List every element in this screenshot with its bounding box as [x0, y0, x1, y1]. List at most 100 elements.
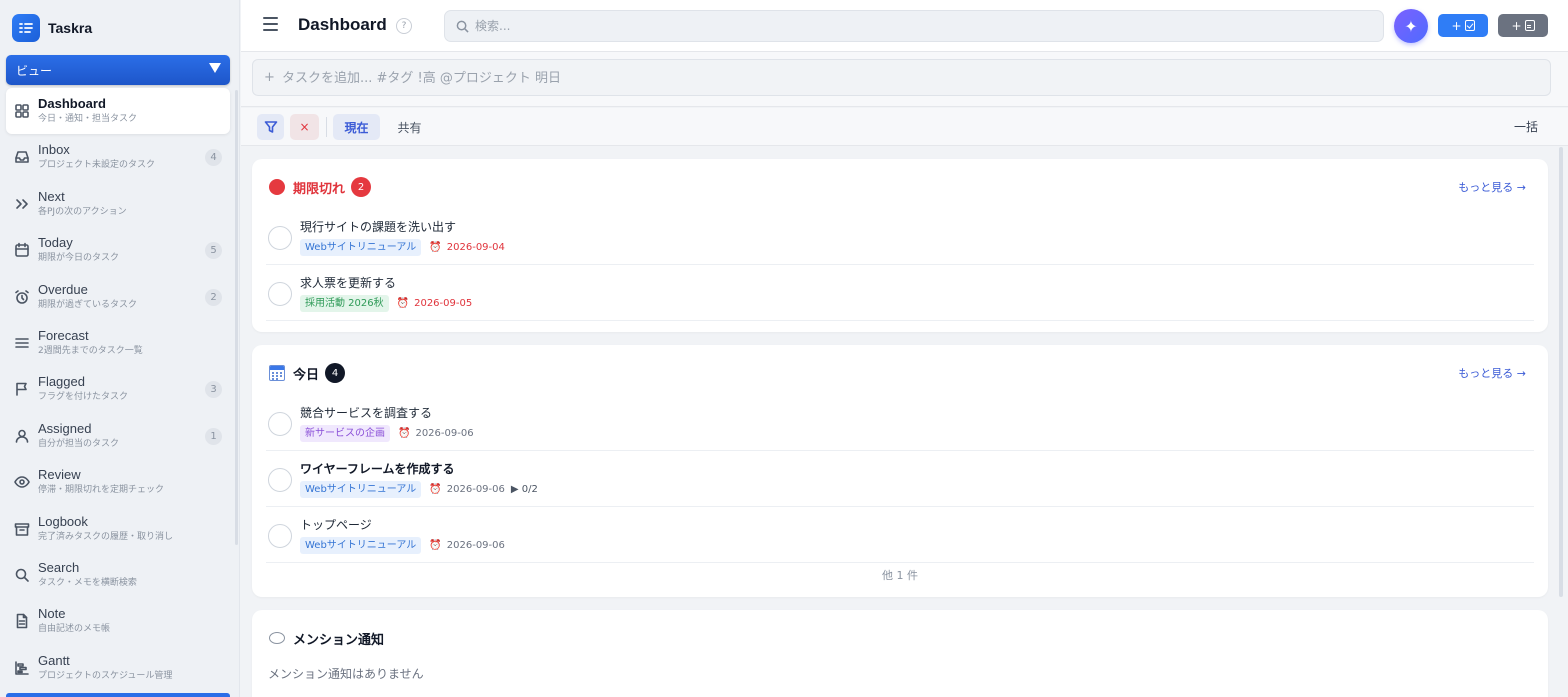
- sidebar-scrollbar[interactable]: [235, 90, 238, 545]
- task-title[interactable]: 求人票を更新する: [300, 274, 396, 291]
- task-checkbox[interactable]: [268, 412, 292, 436]
- hamburger-menu-icon[interactable]: [263, 17, 279, 33]
- calendar-icon: [14, 242, 30, 258]
- count-badge: 2: [205, 288, 222, 306]
- filter-button[interactable]: [257, 114, 284, 140]
- help-icon[interactable]: ?: [396, 18, 412, 34]
- quick-add-area: +: [241, 52, 1568, 107]
- clear-filter-button[interactable]: ×: [290, 114, 319, 140]
- add-note-button[interactable]: +: [1498, 14, 1548, 37]
- task-title[interactable]: 競合サービスを調査する: [300, 404, 432, 421]
- sidebar-item-dashboard[interactable]: Dashboard 今日・通知・担当タスク: [6, 88, 230, 135]
- tab-shared[interactable]: 共有: [386, 114, 433, 140]
- sidebar-item-today[interactable]: Today 期限が今日のタスク 5: [6, 227, 230, 273]
- subtask-progress[interactable]: ▶ 0/2: [511, 484, 538, 495]
- project-tag[interactable]: 新サービスの企画: [300, 424, 390, 442]
- bulk-action-button[interactable]: 一括: [1514, 118, 1538, 135]
- task-row[interactable]: ワイヤーフレームを作成する Webサイトリニューアル ⏰ 2026-09-06 …: [266, 451, 1534, 507]
- sidebar-item-review[interactable]: Review 停滞・期限切れを定期チェック: [6, 459, 230, 505]
- task-row[interactable]: 現行サイトの課題を洗い出す Webサイトリニューアル ⏰ 2026-09-04: [266, 209, 1534, 265]
- task-row[interactable]: 競合サービスを調査する 新サービスの企画 ⏰ 2026-09-06: [266, 395, 1534, 451]
- sidebar-item-assigned[interactable]: Assigned 自分が担当のタスク 1: [6, 413, 230, 459]
- tab-now[interactable]: 現在: [333, 114, 380, 140]
- search-icon: [14, 567, 30, 583]
- task-checkbox[interactable]: [268, 524, 292, 548]
- sidebar-item-description: プロジェクトのスケジュール管理: [38, 670, 173, 681]
- task-checkbox[interactable]: [268, 282, 292, 306]
- sidebar-item-label: Dashboard: [38, 96, 106, 111]
- section-title: メンション通知: [293, 632, 385, 648]
- task-checkbox[interactable]: [268, 226, 292, 250]
- sidebar-item-label: Logbook: [38, 513, 88, 529]
- inbox-icon: [14, 149, 30, 165]
- today-card: 今日 4 もっと見る → 競合サービスを調査する 新サービスの企画 ⏰ 2026…: [252, 345, 1548, 597]
- alarm-clock-icon: ⏰: [429, 241, 442, 253]
- task-meta: 採用活動 2026秋 ⏰ 2026-09-05: [300, 294, 472, 312]
- section-header: メンション通知: [269, 628, 384, 648]
- count-badge: 5: [205, 242, 222, 260]
- project-tag[interactable]: 採用活動 2026秋: [300, 294, 389, 312]
- see-more-link[interactable]: もっと見る →: [1458, 365, 1526, 381]
- task-title[interactable]: トップページ: [300, 516, 372, 533]
- sidebar-item-forecast[interactable]: Forecast 2週間先までのタスク一覧: [6, 320, 230, 366]
- add-task-button[interactable]: +: [1438, 14, 1488, 37]
- count-badge: 3: [205, 381, 222, 399]
- sidebar-item-inbox[interactable]: Inbox プロジェクト未設定のタスク 4: [6, 134, 230, 180]
- alarm-clock-icon: ⏰: [396, 297, 410, 309]
- due-date: 2026-09-04: [446, 241, 505, 253]
- content-scrollbar[interactable]: [1559, 147, 1563, 597]
- count-badge: 4: [205, 149, 222, 167]
- empty-state-text: メンション通知はありません: [268, 667, 424, 681]
- divider: [326, 117, 327, 137]
- task-row[interactable]: トップページ Webサイトリニューアル ⏰ 2026-09-06: [266, 507, 1534, 563]
- sidebar-item-label: Gantt: [38, 652, 70, 668]
- quick-add-bar[interactable]: +: [252, 59, 1551, 96]
- sidebar-item-description: 期限が今日のタスク: [38, 253, 120, 264]
- filter-bar: × 現在 共有 一括: [241, 108, 1568, 146]
- sidebar-item-description: 期限が過ぎているタスク: [38, 299, 138, 310]
- sidebar-item-label: Note: [38, 606, 66, 622]
- flag-icon: [14, 381, 30, 397]
- alarm-clock-icon: ⏰: [398, 427, 411, 439]
- sidebar-item-flagged[interactable]: Flagged フラグを付けたタスク 3: [6, 366, 230, 412]
- task-row[interactable]: 求人票を更新する 採用活動 2026秋 ⏰ 2026-09-05: [266, 265, 1534, 321]
- project-tag[interactable]: Webサイトリニューアル: [300, 238, 422, 256]
- sidebar-item-description: 2週間先までのタスク一覧: [38, 345, 143, 356]
- sidebar-item-description: 完了済みタスクの履歴・取り消し: [38, 531, 174, 542]
- search-input[interactable]: [475, 16, 1355, 36]
- sidebar-item-logbook[interactable]: Logbook 完了済みタスクの履歴・取り消し: [6, 506, 230, 552]
- sidebar-nav: Dashboard 今日・通知・担当タスク Inbox プロジェクト未設定のタスク …: [6, 88, 230, 691]
- see-more-link[interactable]: もっと見る →: [1458, 179, 1526, 195]
- task-title[interactable]: 現行サイトの課題を洗い出す: [300, 218, 456, 235]
- sidebar-item-label: Forecast: [38, 327, 89, 343]
- sidebar-item-label: Assigned: [38, 420, 92, 436]
- quick-add-input[interactable]: [282, 68, 1482, 88]
- caret-down-icon: [209, 63, 221, 73]
- search-bar[interactable]: [444, 10, 1384, 42]
- more-tasks-count[interactable]: 他 1 件: [252, 567, 1548, 583]
- checkbox-icon: [1464, 20, 1475, 31]
- section-header: 期限切れ 2: [269, 177, 372, 197]
- brand[interactable]: Taskra: [12, 14, 92, 42]
- sidebar-item-search[interactable]: Search タスク・メモを横断検索: [6, 552, 230, 598]
- task-checkbox[interactable]: [268, 468, 292, 492]
- due-date: 2026-09-06: [446, 539, 505, 551]
- overdue-dot-icon: [269, 179, 285, 195]
- app-name: Taskra: [48, 20, 93, 36]
- sidebar-item-overdue[interactable]: Overdue 期限が過ぎているタスク 2: [6, 274, 230, 320]
- sidebar-item-description: 各PJの次のアクション: [38, 206, 127, 217]
- alarm-clock-icon: ⏰: [429, 483, 442, 495]
- project-tag[interactable]: Webサイトリニューアル: [300, 480, 422, 498]
- view-select[interactable]: ビュー: [6, 55, 230, 85]
- ai-assistant-button[interactable]: ✦: [1394, 9, 1428, 43]
- note-icon: [14, 613, 30, 629]
- sidebar: Taskra ビュー Dashboard 今日・通知・担当タスク Inbox プロジ…: [0, 0, 240, 697]
- sidebar-item-note[interactable]: Note 自由記述のメモ帳: [6, 598, 230, 644]
- task-meta: Webサイトリニューアル ⏰ 2026-09-04: [300, 238, 505, 256]
- alarm-clock-icon: ⏰: [429, 539, 442, 551]
- sidebar-item-gantt[interactable]: Gantt プロジェクトのスケジュール管理: [6, 645, 230, 691]
- sidebar-item-next[interactable]: Next 各PJの次のアクション: [6, 181, 230, 227]
- project-tag[interactable]: Webサイトリニューアル: [300, 536, 422, 554]
- view-select-label: ビュー: [16, 63, 53, 78]
- task-title[interactable]: ワイヤーフレームを作成する: [300, 460, 455, 477]
